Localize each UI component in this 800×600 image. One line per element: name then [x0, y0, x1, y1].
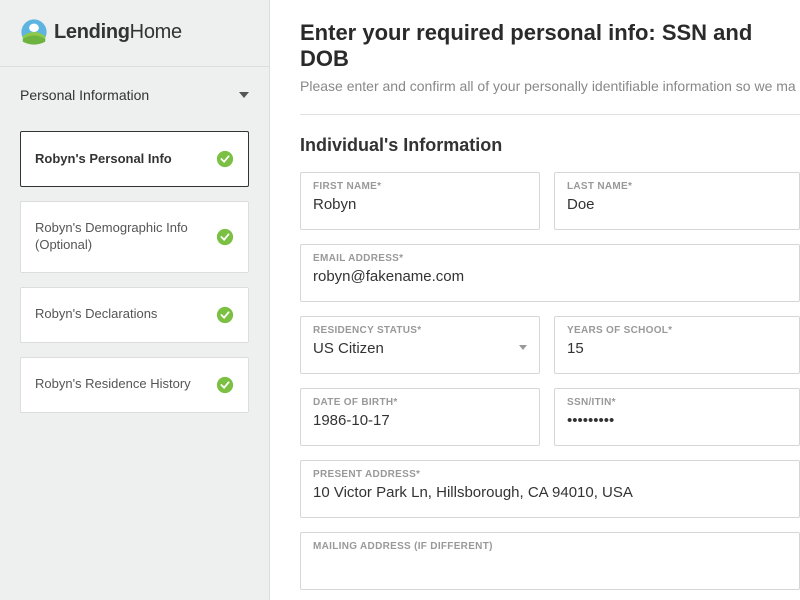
check-circle-icon — [216, 228, 234, 246]
page-subtitle: Please enter and confirm all of your per… — [300, 78, 800, 94]
last-name-field[interactable]: LAST NAME* — [554, 172, 800, 230]
check-circle-icon — [216, 376, 234, 394]
field-label: PRESENT ADDRESS* — [313, 469, 787, 480]
lending-home-logo-icon — [20, 18, 48, 46]
sidebar-item-label: Robyn's Demographic Info (Optional) — [35, 220, 216, 254]
residency-select[interactable]: US Citizen — [313, 340, 527, 357]
field-label: DATE OF BIRTH* — [313, 397, 527, 408]
sidebar-section-header[interactable]: Personal Information — [0, 67, 269, 123]
main-content: Enter your required personal info: SSN a… — [270, 0, 800, 600]
mailing-address-input[interactable] — [313, 556, 787, 573]
sidebar-nav-list: Robyn's Personal Info Robyn's Demographi… — [0, 123, 269, 435]
field-label: YEARS OF SCHOOL* — [567, 325, 787, 336]
check-circle-icon — [216, 150, 234, 168]
sidebar-section-title: Personal Information — [20, 87, 149, 103]
dob-input[interactable] — [313, 412, 527, 429]
present-address-input[interactable] — [313, 484, 787, 501]
sidebar-item-personal-info[interactable]: Robyn's Personal Info — [20, 131, 249, 187]
field-label: LAST NAME* — [567, 181, 787, 192]
field-label: SSN/ITIN* — [567, 397, 787, 408]
field-label: MAILING ADDRESS (IF DIFFERENT) — [313, 541, 787, 552]
check-circle-icon — [216, 306, 234, 324]
logo-text: LendingHome — [54, 21, 182, 44]
present-address-field[interactable]: PRESENT ADDRESS* — [300, 460, 800, 518]
field-label: EMAIL ADDRESS* — [313, 253, 787, 264]
first-name-field[interactable]: FIRST NAME* — [300, 172, 540, 230]
residency-field[interactable]: RESIDENCY STATUS* US Citizen — [300, 316, 540, 374]
chevron-down-icon — [519, 345, 527, 350]
chevron-down-icon — [239, 92, 249, 98]
sidebar: LendingHome Personal Information Robyn's… — [0, 0, 270, 600]
sidebar-item-label: Robyn's Residence History — [35, 376, 201, 393]
ssn-field[interactable]: SSN/ITIN* — [554, 388, 800, 446]
dob-field[interactable]: DATE OF BIRTH* — [300, 388, 540, 446]
logo[interactable]: LendingHome — [0, 0, 269, 67]
sidebar-item-demographic-info[interactable]: Robyn's Demographic Info (Optional) — [20, 201, 249, 273]
divider — [300, 114, 800, 115]
sidebar-item-label: Robyn's Personal Info — [35, 151, 182, 168]
field-label: RESIDENCY STATUS* — [313, 325, 527, 336]
email-input[interactable] — [313, 268, 787, 285]
sidebar-item-residence-history[interactable]: Robyn's Residence History — [20, 357, 249, 413]
sidebar-item-label: Robyn's Declarations — [35, 306, 167, 323]
page-title: Enter your required personal info: SSN a… — [300, 20, 800, 72]
email-field[interactable]: EMAIL ADDRESS* — [300, 244, 800, 302]
years-school-field[interactable]: YEARS OF SCHOOL* — [554, 316, 800, 374]
field-label: FIRST NAME* — [313, 181, 527, 192]
sidebar-item-declarations[interactable]: Robyn's Declarations — [20, 287, 249, 343]
years-school-input[interactable] — [567, 340, 787, 357]
form-section-title: Individual's Information — [300, 135, 800, 156]
first-name-input[interactable] — [313, 196, 527, 213]
ssn-input[interactable] — [567, 412, 787, 429]
last-name-input[interactable] — [567, 196, 787, 213]
mailing-address-field[interactable]: MAILING ADDRESS (IF DIFFERENT) — [300, 532, 800, 590]
